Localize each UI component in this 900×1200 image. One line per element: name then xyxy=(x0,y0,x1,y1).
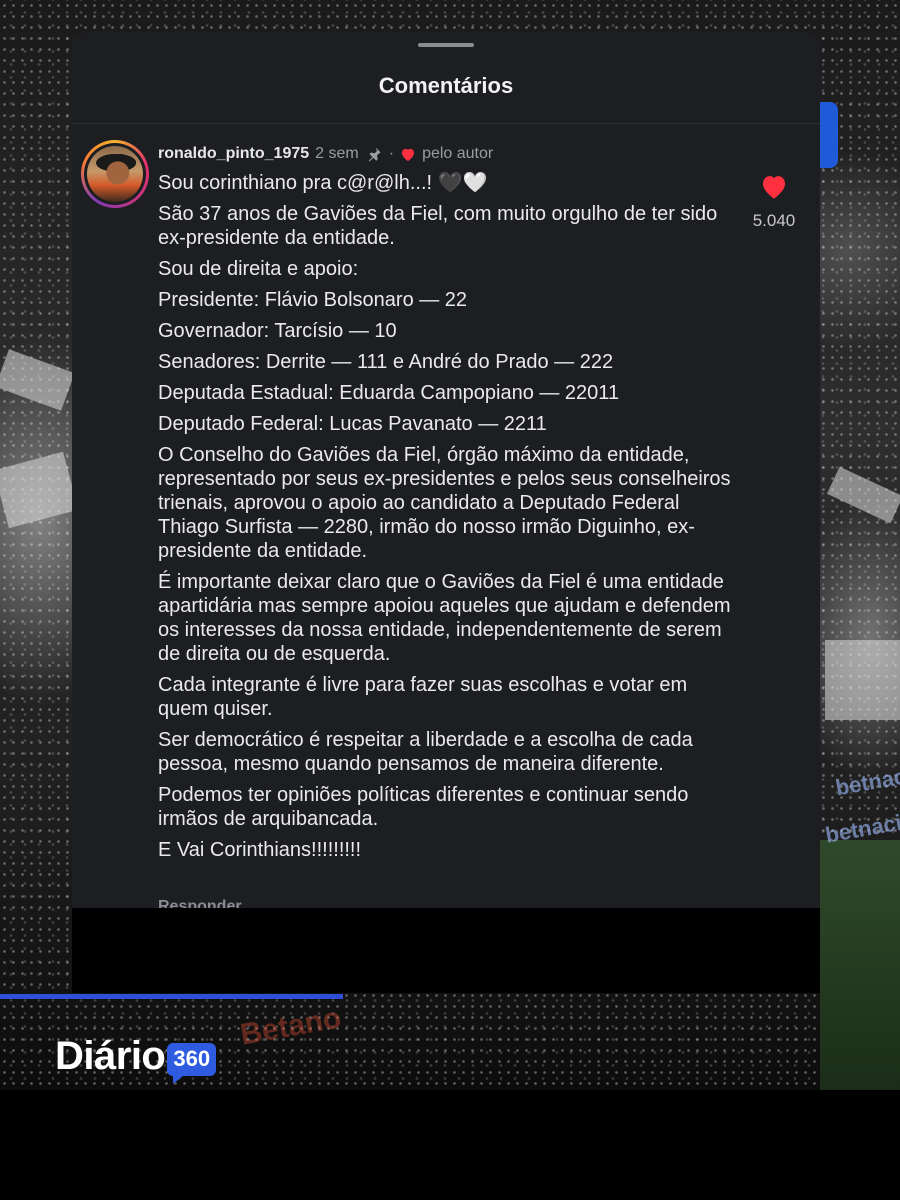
comment-body: Sou corinthiano pra c@r@lh...! 🖤🤍 São 37… xyxy=(158,171,738,862)
brand-logo: Diário 360 xyxy=(55,1026,217,1086)
avatar-ring-gap xyxy=(84,143,146,205)
like-heart-icon[interactable] xyxy=(759,173,789,205)
header-divider xyxy=(72,123,820,124)
like-count: 5.040 xyxy=(752,211,796,230)
comment-username[interactable]: ronaldo_pinto_1975 xyxy=(158,145,309,163)
pin-icon xyxy=(365,145,383,163)
comment-paragraph: Podemos ter opiniões políticas diferente… xyxy=(158,784,689,830)
comment-paragraph: É importante deixar claro que o Gaviões … xyxy=(158,571,731,665)
comment-paragraph: Sou de direita e apoio: xyxy=(158,258,359,280)
comment-paragraph: São 37 anos de Gaviões da Fiel, com muit… xyxy=(158,203,718,249)
banner-stripe xyxy=(825,640,900,720)
comment: ronaldo_pinto_1975 2 sem · pelo autor So… xyxy=(158,143,738,869)
comment-paragraph: O Conselho do Gaviões da Fiel, órgão máx… xyxy=(158,444,731,562)
comment-paragraph: E Vai Corinthians!!!!!!!!! xyxy=(158,839,362,861)
brand-line xyxy=(0,994,343,999)
brand-name: Diário xyxy=(55,1033,166,1078)
comment-paragraph: Ser democrático é respeitar a liberdade … xyxy=(158,729,693,775)
avatar-photo xyxy=(87,146,143,202)
comment-paragraph: Cada integrante é livre para fazer suas … xyxy=(158,674,688,720)
football-field xyxy=(820,840,900,1090)
sheet-drag-handle[interactable] xyxy=(418,43,474,47)
liked-by-author-label: pelo autor xyxy=(422,145,494,162)
brand-badge: 360 xyxy=(167,1042,217,1084)
sheet-cropped-area xyxy=(72,908,820,993)
comment-paragraph: Sou corinthiano pra c@r@lh...! 🖤🤍 xyxy=(158,172,488,194)
comment-paragraph: Presidente: Flávio Bolsonaro — 22 xyxy=(158,289,468,311)
comment-meta: ronaldo_pinto_1975 2 sem · pelo autor xyxy=(158,143,738,165)
comment-paragraph: Governador: Tarcísio — 10 xyxy=(158,320,397,342)
comment-paragraph: Senadores: Derrite — 111 e André do Prad… xyxy=(158,351,614,373)
comments-sheet: Comentários ronaldo_pinto_1975 2 sem · p… xyxy=(72,33,820,993)
bottom-bar xyxy=(0,1090,900,1200)
sheet-title: Comentários xyxy=(378,73,514,98)
comment-time: 2 sem xyxy=(315,145,359,162)
avatar[interactable] xyxy=(81,140,149,208)
comment-paragraph: Deputado Federal: Lucas Pavanato — 2211 xyxy=(158,413,547,435)
author-heart-icon xyxy=(400,147,416,162)
comment-paragraph: Deputada Estadual: Eduarda Campopiano — … xyxy=(158,382,620,404)
like-column: 5.040 xyxy=(744,173,804,231)
meta-separator: · xyxy=(388,145,395,162)
